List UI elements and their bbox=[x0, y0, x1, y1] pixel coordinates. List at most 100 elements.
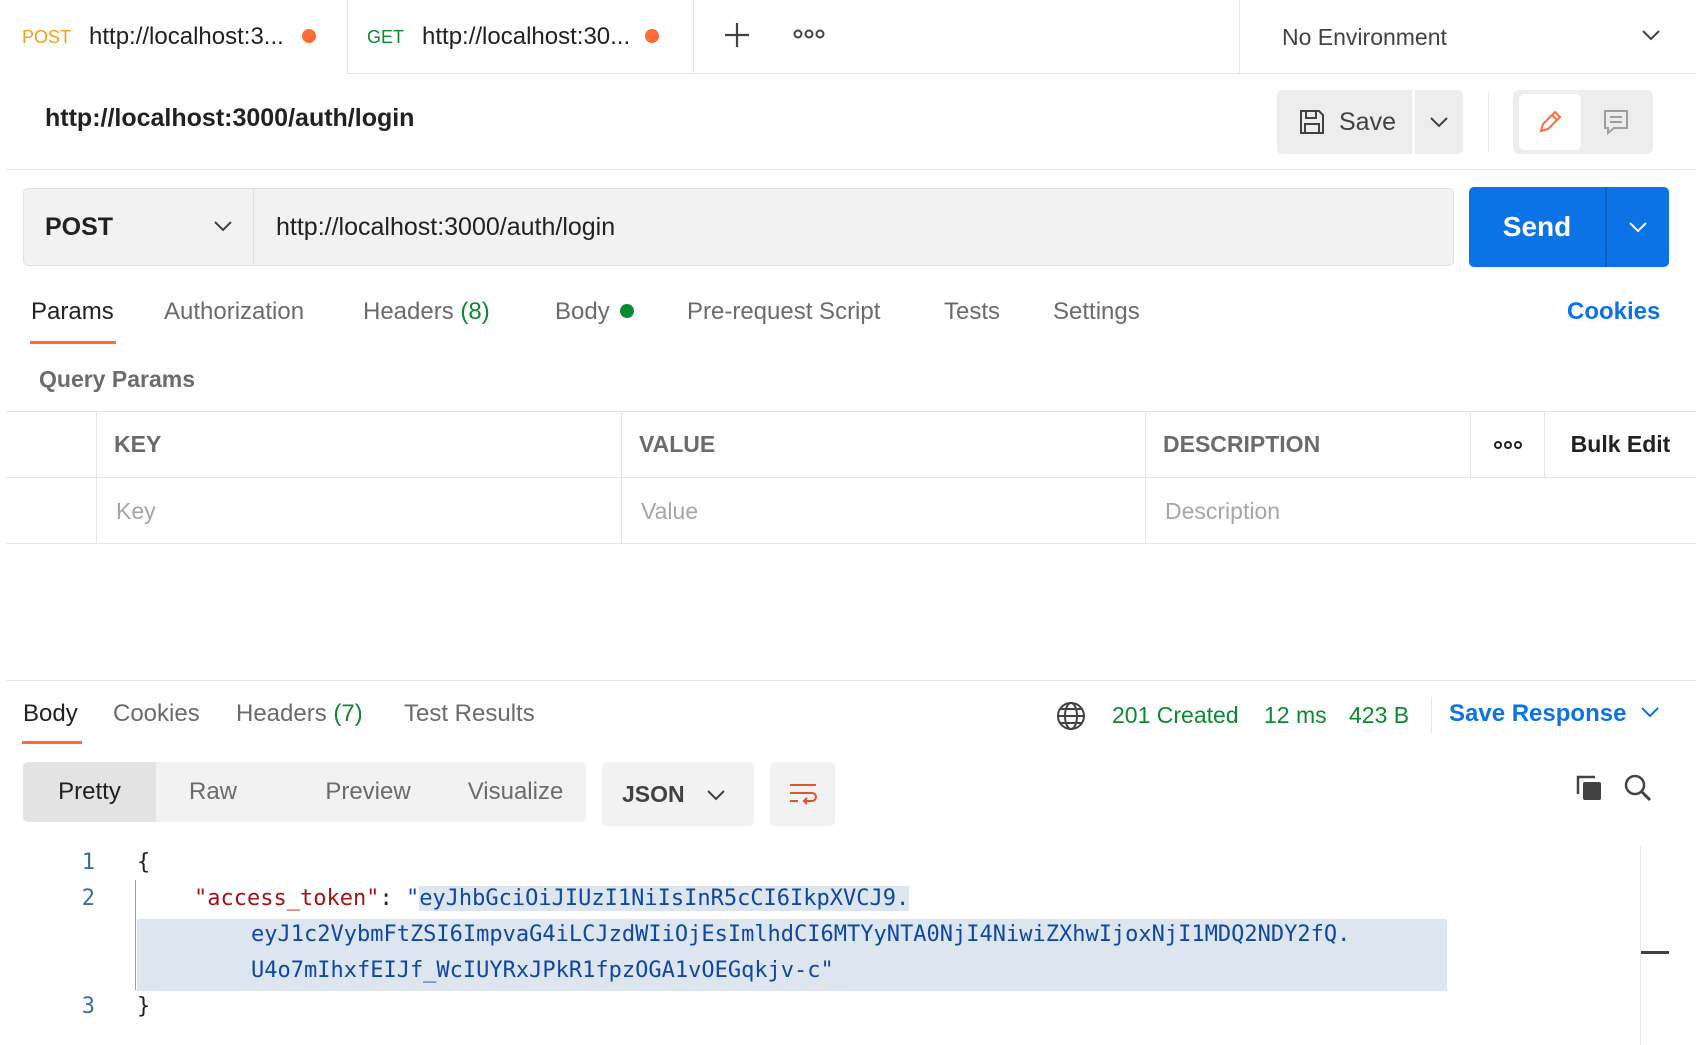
request-title[interactable]: http://localhost:3000/auth/login bbox=[45, 104, 414, 133]
save-button[interactable]: Save bbox=[1277, 90, 1412, 154]
table-header-description: DESCRIPTION bbox=[1146, 412, 1471, 478]
json-colon: : bbox=[379, 886, 406, 911]
send-options-dropdown[interactable] bbox=[1607, 187, 1669, 267]
language-label: JSON bbox=[622, 780, 685, 807]
environment-select[interactable]: No Environment bbox=[1239, 0, 1696, 74]
key-input[interactable]: Key bbox=[97, 478, 622, 544]
pencil-icon bbox=[1539, 110, 1562, 133]
environment-label: No Environment bbox=[1282, 23, 1447, 50]
format-visualize[interactable]: Visualize bbox=[443, 762, 588, 822]
more-options-icon bbox=[1493, 440, 1522, 449]
active-tab-indicator bbox=[30, 341, 116, 344]
globe-icon[interactable] bbox=[1055, 700, 1087, 737]
response-time[interactable]: 12 ms bbox=[1264, 702, 1327, 729]
separator bbox=[1431, 697, 1432, 733]
request-tab-post[interactable]: POST http://localhost:3... bbox=[0, 0, 348, 75]
comments-mode-button[interactable] bbox=[1585, 94, 1647, 150]
send-button[interactable]: Send bbox=[1469, 187, 1605, 267]
response-separator bbox=[6, 680, 1696, 681]
code-line: "access_token": "eyJhbGciOiJIUzI1NiIsInR… bbox=[194, 886, 910, 911]
table-header-checkbox-cell bbox=[6, 412, 97, 478]
more-tabs-icon[interactable] bbox=[793, 26, 825, 47]
tab-tests[interactable]: Tests bbox=[944, 298, 1000, 326]
bulk-edit-label: Bulk Edit bbox=[1570, 431, 1671, 457]
tab-headers-label: Headers bbox=[363, 298, 454, 325]
tab-pre-request-script[interactable]: Pre-request Script bbox=[687, 298, 880, 326]
json-quote: " bbox=[820, 958, 834, 983]
method-select[interactable]: POST bbox=[23, 188, 254, 266]
save-label: Save bbox=[1339, 107, 1396, 136]
tab-headers[interactable]: Headers (8) bbox=[363, 298, 490, 326]
format-preview[interactable]: Preview bbox=[293, 762, 443, 822]
separator bbox=[6, 169, 1696, 170]
description-input[interactable]: Description bbox=[1146, 478, 1696, 544]
tab-url-label: http://localhost:30... bbox=[422, 23, 631, 50]
format-raw[interactable]: Raw bbox=[173, 762, 253, 822]
response-size[interactable]: 423 B bbox=[1349, 702, 1409, 729]
line-number: 3 bbox=[81, 994, 95, 1019]
table-header-value: VALUE bbox=[622, 412, 1146, 478]
description-placeholder: Description bbox=[1165, 497, 1281, 524]
headers-count: (8) bbox=[460, 298, 490, 325]
chevron-down-icon bbox=[1430, 117, 1448, 128]
scrollbar-track[interactable] bbox=[1640, 846, 1641, 1045]
response-tab-test-results[interactable]: Test Results bbox=[404, 700, 535, 728]
cookies-link[interactable]: Cookies bbox=[1567, 298, 1660, 326]
response-body-viewer[interactable]: 1 { 2 "access_token": "eyJhbGciOiJIUzI1N… bbox=[0, 845, 1696, 1045]
response-headers-label: Headers bbox=[236, 700, 327, 727]
row-checkbox-cell bbox=[6, 478, 97, 544]
response-tab-body[interactable]: Body bbox=[23, 700, 78, 728]
table-header-key: KEY bbox=[97, 412, 622, 478]
save-options-dropdown[interactable] bbox=[1415, 90, 1463, 154]
format-pretty[interactable]: Pretty bbox=[23, 762, 156, 822]
chevron-down-icon bbox=[707, 790, 725, 801]
tab-authorization[interactable]: Authorization bbox=[164, 298, 304, 326]
wrap-lines-icon bbox=[789, 784, 817, 805]
query-params-title: Query Params bbox=[39, 366, 195, 392]
bulk-edit-button[interactable]: Bulk Edit bbox=[1545, 412, 1696, 478]
tab-method-label: POST bbox=[22, 26, 72, 47]
code-line: U4o7mIhxfEIJf_WcIUYRxJPkR1fpzOGA1vOEGqkj… bbox=[251, 958, 834, 983]
unsaved-dot-icon bbox=[302, 29, 316, 43]
code-line: eyJ1c2VybmFtZSI6ImpvaG4iLCJzdWIiOjEsImlh… bbox=[251, 922, 1351, 947]
wrap-lines-button[interactable] bbox=[770, 762, 835, 826]
edit-mode-button[interactable] bbox=[1519, 94, 1581, 150]
response-headers-count: (7) bbox=[333, 700, 363, 727]
language-select[interactable]: JSON bbox=[602, 762, 754, 826]
tab-method-label: GET bbox=[367, 26, 405, 47]
json-token-part: eyJhbGciOiJIUzI1NiIsInR5cCI6IkpXVCJ9. bbox=[419, 886, 910, 911]
save-response-button[interactable]: Save Response bbox=[1449, 700, 1626, 728]
send-divider bbox=[1605, 187, 1607, 267]
response-tab-headers[interactable]: Headers (7) bbox=[236, 700, 363, 728]
chevron-down-icon bbox=[1642, 30, 1660, 41]
tab-body[interactable]: Body bbox=[555, 298, 634, 326]
tab-url-label: http://localhost:3... bbox=[89, 23, 284, 50]
tab-body-label: Body bbox=[555, 298, 610, 325]
chevron-down-icon[interactable] bbox=[1640, 705, 1660, 719]
request-tab-bar: POST http://localhost:3... GET http://lo… bbox=[0, 0, 1696, 75]
tab-params[interactable]: Params bbox=[31, 298, 114, 326]
column-header: DESCRIPTION bbox=[1163, 431, 1321, 457]
key-placeholder: Key bbox=[116, 497, 156, 524]
copy-icon[interactable] bbox=[1574, 773, 1604, 808]
scrollbar-marker bbox=[1641, 951, 1669, 954]
request-tab-get[interactable]: GET http://localhost:30... bbox=[349, 0, 694, 74]
response-tab-cookies[interactable]: Cookies bbox=[113, 700, 200, 728]
value-placeholder: Value bbox=[641, 497, 699, 524]
active-tab-indicator bbox=[22, 741, 82, 744]
tab-settings[interactable]: Settings bbox=[1053, 298, 1140, 326]
url-input[interactable]: http://localhost:3000/auth/login bbox=[254, 188, 1454, 266]
table-options-button[interactable] bbox=[1471, 412, 1545, 478]
url-value: http://localhost:3000/auth/login bbox=[276, 212, 616, 241]
value-input[interactable]: Value bbox=[622, 478, 1146, 544]
new-tab-plus-icon[interactable] bbox=[722, 20, 752, 55]
chevron-down-icon bbox=[214, 221, 232, 232]
toolbar-divider bbox=[1488, 92, 1489, 152]
line-number: 1 bbox=[81, 850, 95, 875]
chevron-down-icon bbox=[1629, 222, 1647, 233]
indent-guide bbox=[135, 880, 136, 990]
response-status[interactable]: 201 Created bbox=[1112, 702, 1239, 729]
json-key: "access_token" bbox=[194, 886, 380, 911]
floppy-disk-icon bbox=[1300, 110, 1324, 134]
search-icon[interactable] bbox=[1623, 773, 1653, 808]
